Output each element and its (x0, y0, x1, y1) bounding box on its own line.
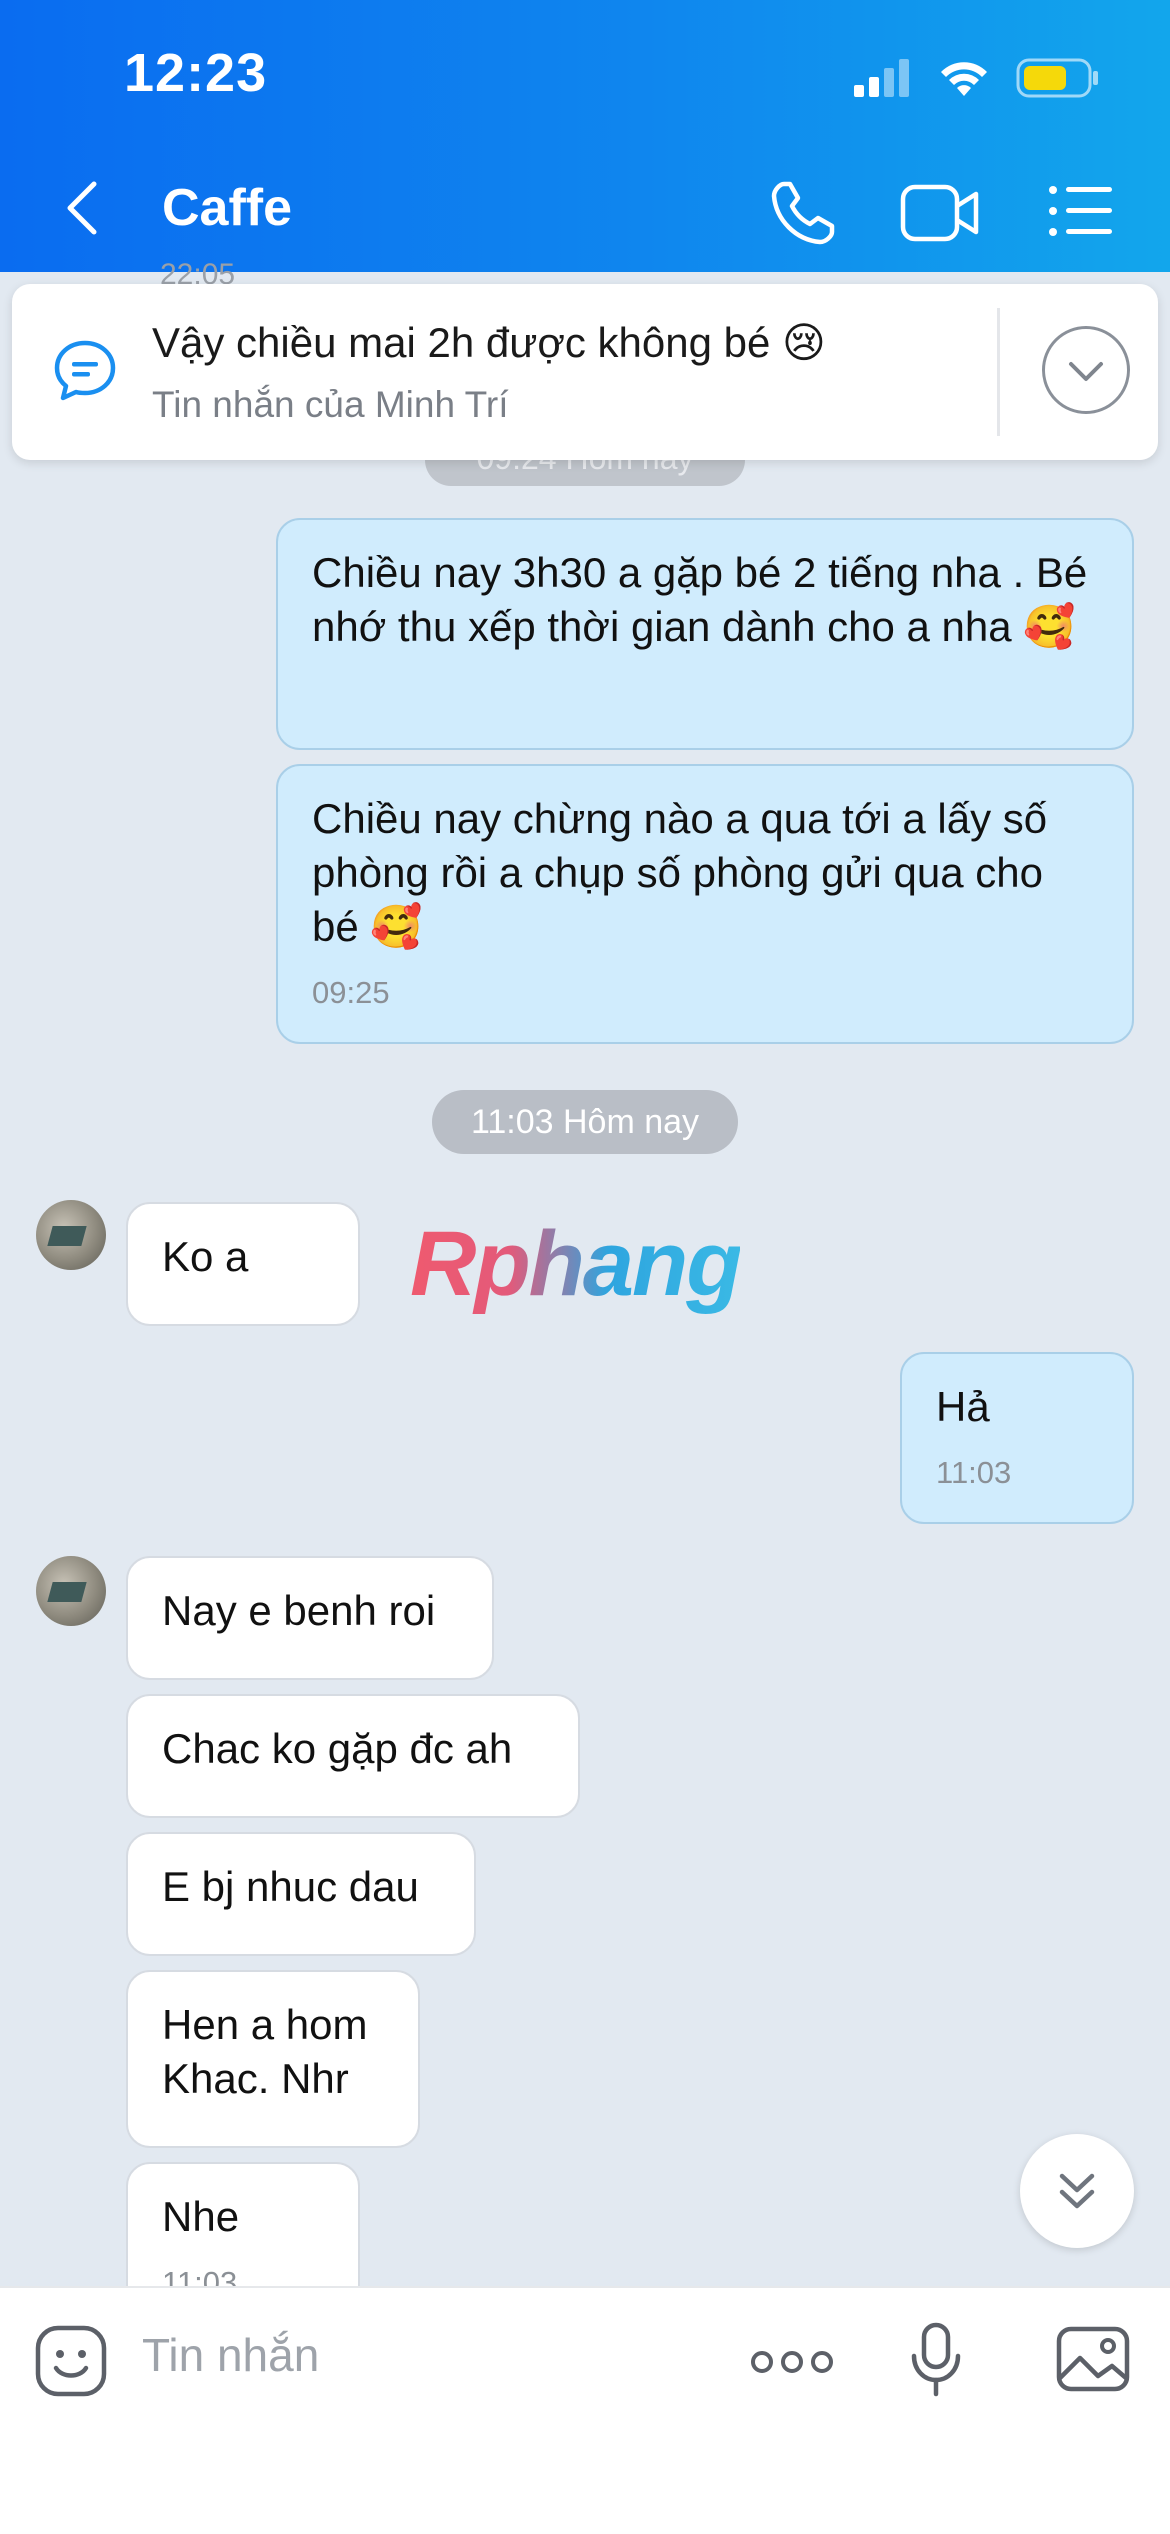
message-text: Nhe (162, 2193, 240, 2240)
message-text: Nay e benh roi (162, 1587, 436, 1634)
message-bubble-icon (54, 340, 116, 401)
sticker-face-icon[interactable] (34, 2324, 108, 2398)
outgoing-message[interactable]: Chiều nay chừng nào a qua tới a lấy số p… (276, 764, 1134, 1044)
expand-pinned-button[interactable] (1042, 326, 1130, 414)
message-text: Chac ko gặp đc ah (162, 1725, 513, 1772)
microphone-icon[interactable] (910, 2322, 962, 2398)
chat-header: 12:23 Caffe (0, 0, 1170, 272)
outgoing-message[interactable]: Hả 11:03 (900, 1352, 1134, 1524)
incoming-message[interactable]: E bj nhuc dau (126, 1832, 476, 1956)
message-text: Hả (936, 1383, 990, 1430)
more-dots-icon[interactable] (750, 2348, 834, 2376)
double-chevron-down-icon (1059, 2173, 1095, 2209)
incoming-message[interactable]: Hen a hom Khac. Nhr (126, 1970, 420, 2148)
date-separator: 11:03 Hôm nay (432, 1090, 738, 1154)
chat-title[interactable]: Caffe (162, 178, 292, 238)
message-text: E bj nhuc dau (162, 1863, 419, 1910)
avatar[interactable] (36, 1200, 106, 1270)
pinned-text: Vậy chiều mai 2h được không bé (152, 319, 771, 366)
chevron-down-icon (1069, 362, 1103, 381)
phone-icon[interactable] (770, 180, 836, 246)
message-text: Ko a (162, 1233, 249, 1280)
chevron-left-icon[interactable] (62, 178, 102, 238)
divider (997, 308, 1000, 436)
wifi-icon (941, 62, 987, 96)
message-emoji: 🥰 (1023, 602, 1076, 651)
pinned-message-text: Vậy chiều mai 2h được không bé 😢 (152, 318, 826, 367)
message-text: Chiều nay 3h30 a gặp bé 2 tiếng nha . Bé… (312, 549, 1088, 650)
list-menu-icon[interactable] (1048, 184, 1114, 238)
battery-icon (1016, 58, 1098, 98)
avatar[interactable] (36, 1556, 106, 1626)
image-icon[interactable] (1056, 2326, 1130, 2392)
video-camera-icon[interactable] (900, 184, 980, 242)
message-input-bar: Tin nhắn (0, 2286, 1170, 2534)
scroll-to-bottom-button[interactable] (1020, 2134, 1134, 2248)
title-row: Caffe (0, 170, 1170, 250)
pinned-emoji: 😢 (782, 318, 826, 367)
status-time: 12:23 (124, 43, 268, 103)
incoming-message[interactable]: Chac ko gặp đc ah (126, 1694, 580, 1818)
status-icons (854, 58, 1100, 98)
message-time: 09:25 (312, 975, 390, 1010)
message-input[interactable]: Tin nhắn (142, 2328, 319, 2382)
watermark-logo: Rphang (410, 1213, 742, 1315)
message-text: Hen a hom Khac. Nhr (162, 2001, 368, 2102)
message-time: 11:03 (936, 1455, 1012, 1490)
pinned-message-sender: Tin nhắn của Minh Trí (152, 384, 509, 425)
pinned-message-banner[interactable]: Vậy chiều mai 2h được không bé 😢 Tin nhắ… (12, 284, 1158, 460)
incoming-message[interactable]: Nay e benh roi (126, 1556, 494, 1680)
outgoing-message[interactable]: Chiều nay 3h30 a gặp bé 2 tiếng nha . Bé… (276, 518, 1134, 750)
message-emoji: 🥰 (370, 902, 423, 951)
incoming-message[interactable]: Ko a (126, 1202, 360, 1326)
signal-icon (854, 59, 909, 97)
